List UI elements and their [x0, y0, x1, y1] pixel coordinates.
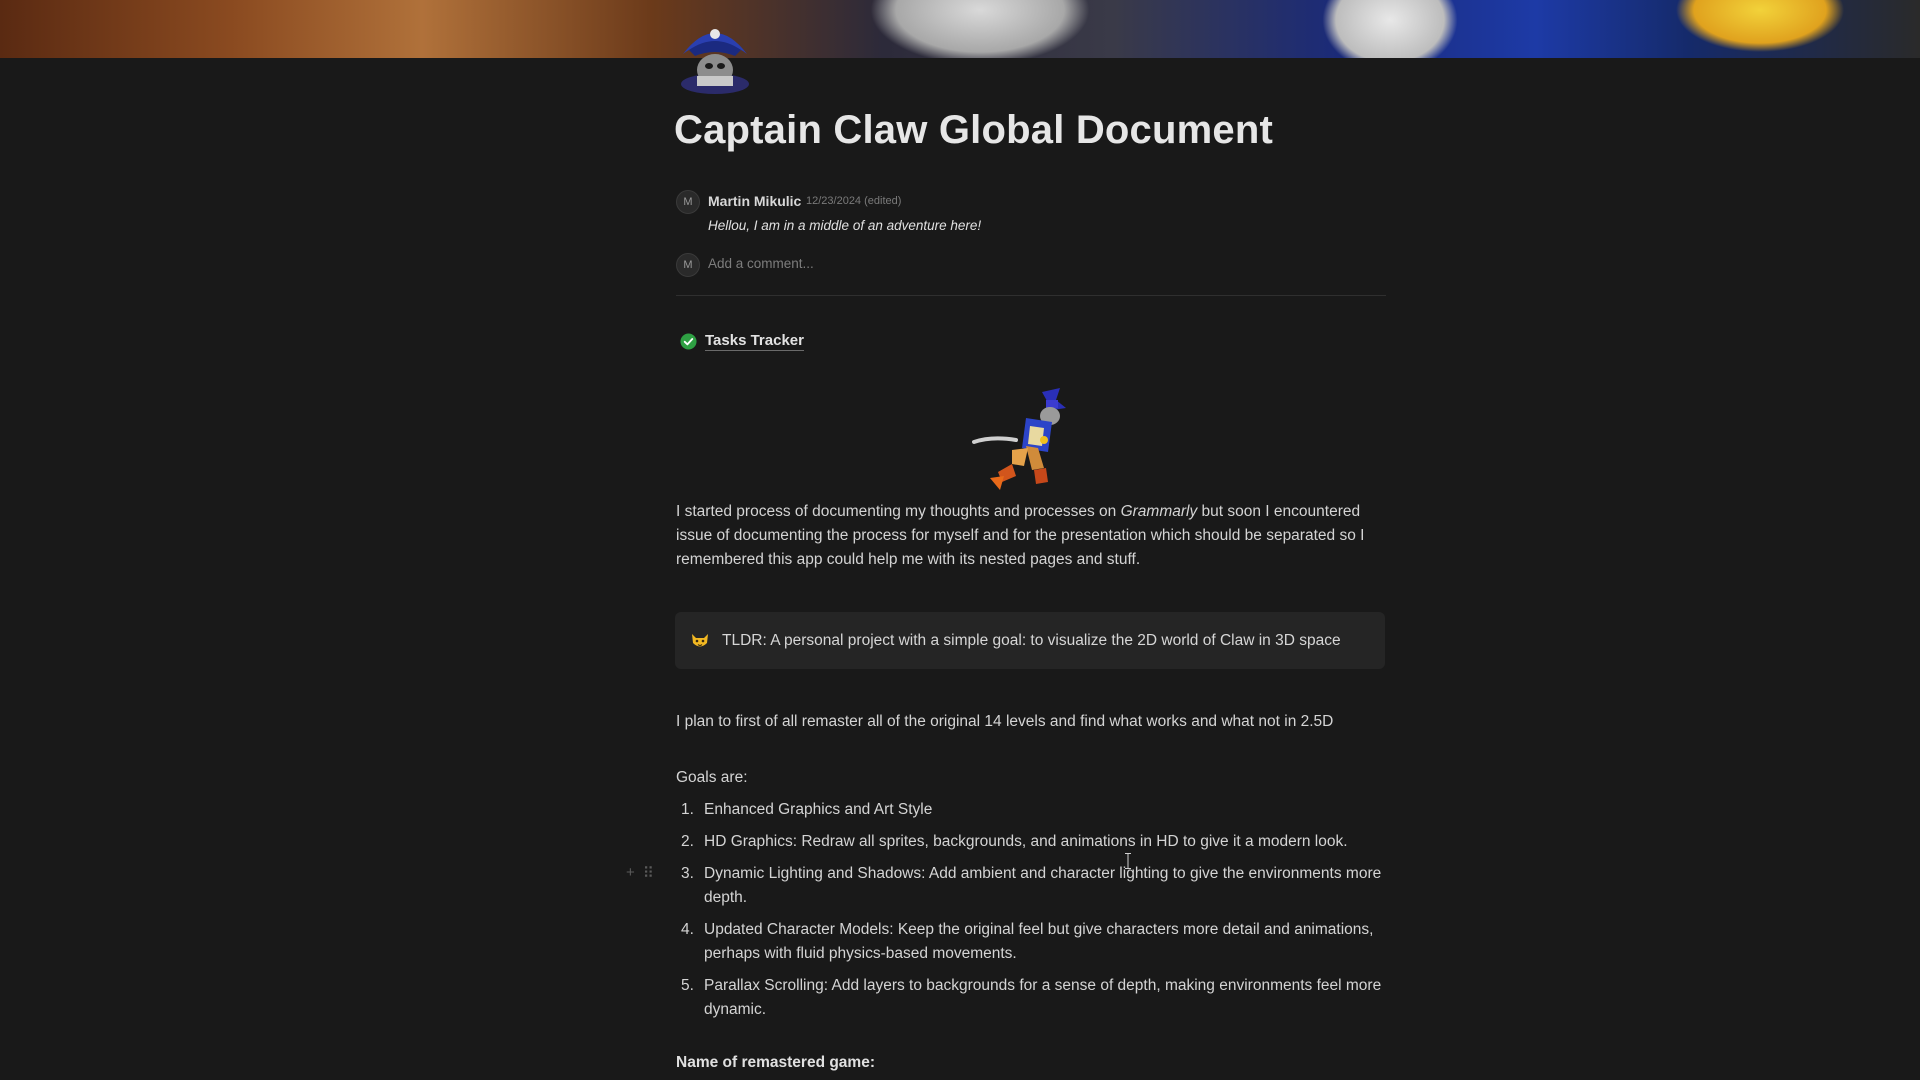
cat-face-icon [692, 633, 708, 646]
comment-text: Hellou, I am in a middle of an adventure… [708, 218, 982, 233]
list-item[interactable]: 5. Parallax Scrolling: Add layers to back… [676, 974, 1396, 1022]
tldr-callout[interactable]: TLDR: A personal project with a simple g… [675, 612, 1385, 669]
plan-paragraph[interactable]: I plan to first of all remaster all of t… [676, 710, 1391, 734]
page-icon-captain-claw[interactable] [675, 14, 755, 94]
check-circle-icon [680, 333, 697, 350]
goals-list: 1. Enhanced Graphics and Art Style 2. HD G… [676, 798, 1396, 1030]
list-item[interactable]: 4. Updated Character Models: Keep the ori… [676, 918, 1396, 966]
list-item[interactable]: 1. Enhanced Graphics and Art Style [676, 798, 1396, 822]
intro-emphasis: Grammarly [1120, 503, 1198, 520]
drag-handle-icon[interactable]: ⠿ [643, 864, 654, 882]
list-item-text: HD Graphics: Redraw all sprites, backgro… [704, 833, 1348, 850]
list-item[interactable]: 2. HD Graphics: Redraw all sprites, backg… [676, 830, 1396, 854]
tasks-tracker-label: Tasks Tracker [705, 332, 804, 351]
list-item-number: 2. [681, 833, 694, 850]
captain-claw-sprite-image[interactable] [972, 386, 1072, 492]
goals-heading[interactable]: Goals are: [676, 766, 1391, 790]
add-block-button[interactable]: + [626, 864, 635, 882]
add-comment-input[interactable]: Add a comment... [708, 256, 814, 271]
remastered-name-heading[interactable]: Name of remastered game: [676, 1054, 875, 1072]
list-item-text: Parallax Scrolling: Add layers to backgr… [704, 977, 1382, 1018]
text-cursor-icon [1125, 853, 1131, 869]
divider [676, 295, 1386, 296]
comment-author-avatar[interactable]: M [676, 190, 700, 214]
tldr-text: TLDR: A personal project with a simple g… [722, 631, 1341, 649]
list-item-number: 5. [681, 977, 694, 994]
intro-text-start: I started process of documenting my thou… [676, 503, 1121, 520]
list-item[interactable]: 3. Dynamic Lighting and Shadows: Add ambi… [676, 862, 1396, 910]
list-item-text: Updated Character Models: Keep the origi… [704, 921, 1374, 962]
list-item-number: 3. [681, 865, 694, 882]
tasks-tracker-link[interactable]: Tasks Tracker [680, 332, 804, 351]
block-controls: + ⠿ [626, 864, 654, 882]
comment-timestamp: 12/23/2024 (edited) [806, 195, 902, 207]
intro-paragraph[interactable]: I started process of documenting my thou… [676, 500, 1391, 572]
cover-image[interactable] [0, 0, 1920, 58]
comment-author[interactable]: Martin Mikulic [708, 193, 801, 209]
list-item-text: Dynamic Lighting and Shadows: Add ambien… [704, 865, 1382, 906]
list-item-text: Enhanced Graphics and Art Style [704, 801, 933, 818]
page-title[interactable]: Captain Claw Global Document [674, 108, 1273, 153]
list-item-number: 1. [681, 801, 694, 818]
list-item-number: 4. [681, 921, 694, 938]
current-user-avatar: M [676, 253, 700, 277]
